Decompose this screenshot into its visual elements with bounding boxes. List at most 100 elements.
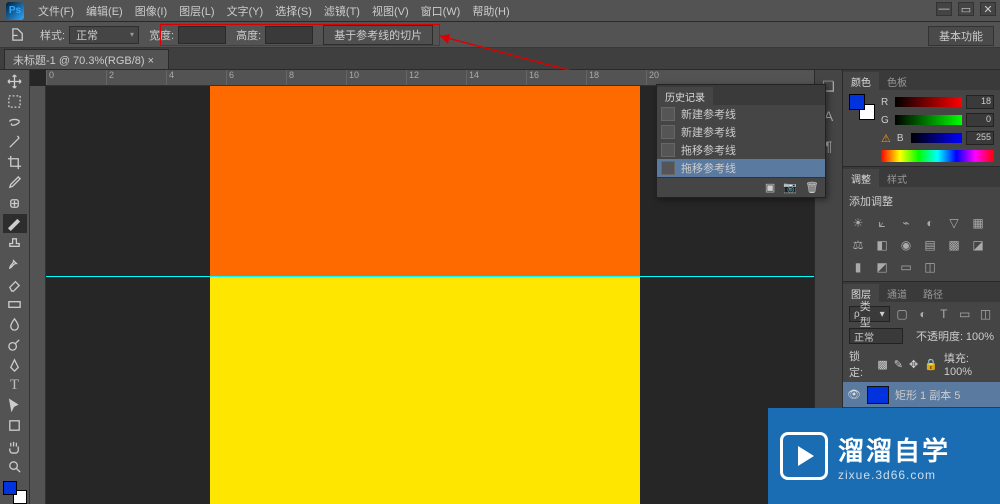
- r-slider[interactable]: [895, 97, 962, 107]
- document-tab[interactable]: 未标题-1 @ 70.3%(RGB/8) ×: [4, 49, 169, 69]
- opacity-value[interactable]: 100%: [966, 331, 994, 343]
- heal-tool-icon[interactable]: [3, 194, 27, 213]
- hand-tool-icon[interactable]: [3, 437, 27, 456]
- history-item[interactable]: 新建参考线: [657, 123, 825, 141]
- guide-line-1[interactable]: [46, 276, 814, 277]
- lock-trans-icon[interactable]: ▩: [877, 358, 887, 371]
- menu-edit[interactable]: 编辑(E): [80, 1, 129, 21]
- blur-tool-icon[interactable]: [3, 315, 27, 334]
- menu-window[interactable]: 窗口(W): [415, 1, 467, 21]
- width-field[interactable]: [178, 26, 226, 44]
- crop-tool-icon[interactable]: [3, 153, 27, 172]
- adj-selcolor-icon[interactable]: ◫: [921, 259, 939, 275]
- type-tool-icon[interactable]: T: [3, 376, 27, 395]
- height-field[interactable]: [265, 26, 313, 44]
- gradient-tool-icon[interactable]: [3, 295, 27, 314]
- marquee-tool-icon[interactable]: [3, 92, 27, 111]
- stamp-tool-icon[interactable]: [3, 234, 27, 253]
- zoom-tool-icon[interactable]: [3, 457, 27, 476]
- filter-pixel-icon[interactable]: ▢: [894, 306, 911, 322]
- fill-value[interactable]: 100%: [944, 366, 972, 378]
- workspace-switcher[interactable]: 基本功能: [928, 26, 994, 46]
- b-value[interactable]: 255: [966, 131, 994, 145]
- menu-layer[interactable]: 图层(L): [173, 1, 220, 21]
- lock-paint-icon[interactable]: ✎: [894, 358, 903, 371]
- eraser-tool-icon[interactable]: [3, 275, 27, 294]
- style-dropdown[interactable]: 正常: [69, 26, 139, 44]
- color-swatch-pair[interactable]: [849, 94, 875, 120]
- adj-levels-icon[interactable]: ⟀: [873, 215, 891, 231]
- adj-invert-icon[interactable]: ◪: [969, 237, 987, 253]
- shape-tool-icon[interactable]: [3, 416, 27, 435]
- filter-adj-icon[interactable]: ◐: [915, 306, 932, 322]
- filter-type-icon[interactable]: T: [935, 306, 952, 322]
- move-tool-icon[interactable]: [3, 72, 27, 91]
- eyedropper-tool-icon[interactable]: [3, 173, 27, 192]
- history-panel[interactable]: 历史记录 新建参考线 新建参考线 拖移参考线 拖移参考线 ▣ 📷 🗑: [656, 84, 826, 198]
- menu-view[interactable]: 视图(V): [366, 1, 415, 21]
- tab-color[interactable]: 颜色: [843, 72, 879, 90]
- tab-history[interactable]: 历史记录: [657, 87, 713, 105]
- adj-vibrance-icon[interactable]: ▽: [945, 215, 963, 231]
- adj-hue-icon[interactable]: ▦: [969, 215, 987, 231]
- pen-tool-icon[interactable]: [3, 356, 27, 375]
- lasso-tool-icon[interactable]: [3, 113, 27, 132]
- fg-bg-swatch[interactable]: [3, 481, 27, 504]
- adj-curves-icon[interactable]: ⌁: [897, 215, 915, 231]
- history-delete-icon[interactable]: 🗑: [805, 181, 819, 194]
- filter-smart-icon[interactable]: ◫: [977, 306, 994, 322]
- document-canvas[interactable]: [210, 86, 640, 504]
- slice-tool-icon[interactable]: [3, 214, 27, 233]
- r-value[interactable]: 18: [966, 95, 994, 109]
- path-select-tool-icon[interactable]: [3, 396, 27, 415]
- adj-photo-icon[interactable]: ◉: [897, 237, 915, 253]
- b-slider[interactable]: [911, 133, 962, 143]
- window-maximize-icon[interactable]: ▭: [958, 2, 974, 16]
- current-tool-icon[interactable]: [6, 25, 30, 45]
- menu-filter[interactable]: 滤镜(T): [318, 1, 366, 21]
- g-slider[interactable]: [895, 115, 962, 125]
- adj-thresh-icon[interactable]: ◩: [873, 259, 891, 275]
- menu-image[interactable]: 图像(I): [129, 1, 173, 21]
- tab-adjust[interactable]: 调整: [843, 169, 879, 187]
- adj-bw-icon[interactable]: ◧: [873, 237, 891, 253]
- visibility-icon[interactable]: 👁: [847, 388, 861, 401]
- tab-paths[interactable]: 路径: [915, 284, 951, 302]
- history-item-label: 新建参考线: [681, 124, 736, 140]
- menu-select[interactable]: 选择(S): [269, 1, 318, 21]
- history-camera-icon[interactable]: 📷: [783, 181, 797, 194]
- document-tab-label: 未标题-1 @ 70.3%(RGB/8) ×: [13, 52, 154, 68]
- window-close-icon[interactable]: ✕: [980, 2, 996, 16]
- menu-type[interactable]: 文字(Y): [221, 1, 270, 21]
- history-brush-tool-icon[interactable]: [3, 254, 27, 273]
- history-item[interactable]: 新建参考线: [657, 105, 825, 123]
- tab-styles[interactable]: 样式: [879, 169, 915, 187]
- layer-item[interactable]: 👁 矩形 1 副本 5: [843, 382, 1000, 408]
- g-value[interactable]: 0: [966, 113, 994, 127]
- adj-lookup-icon[interactable]: ▩: [945, 237, 963, 253]
- adj-exposure-icon[interactable]: ◐: [921, 215, 939, 231]
- lock-all-icon[interactable]: 🔒: [924, 358, 938, 371]
- menu-help[interactable]: 帮助(H): [466, 1, 515, 21]
- history-snapshot-icon[interactable]: ▣: [765, 181, 775, 194]
- filter-shape-icon[interactable]: ▭: [956, 306, 973, 322]
- wand-tool-icon[interactable]: [3, 133, 27, 152]
- lock-label: 锁定:: [849, 348, 871, 380]
- lock-move-icon[interactable]: ✥: [909, 358, 918, 371]
- tab-channels[interactable]: 通道: [879, 284, 915, 302]
- window-minimize-icon[interactable]: —: [936, 2, 952, 16]
- slice-from-guides-button[interactable]: 基于参考线的切片: [323, 25, 433, 45]
- menu-file[interactable]: 文件(F): [32, 1, 80, 21]
- tab-swatches[interactable]: 色板: [879, 72, 915, 90]
- adj-poster-icon[interactable]: ▮: [849, 259, 867, 275]
- layer-kind-filter[interactable]: ρ 类型 ▾: [849, 306, 890, 322]
- dodge-tool-icon[interactable]: [3, 335, 27, 354]
- spectrum-bar[interactable]: [881, 150, 994, 162]
- adj-mixer-icon[interactable]: ▤: [921, 237, 939, 253]
- blend-mode-dropdown[interactable]: 正常: [849, 328, 903, 344]
- history-item[interactable]: 拖移参考线: [657, 159, 825, 177]
- history-item[interactable]: 拖移参考线: [657, 141, 825, 159]
- adj-brightness-icon[interactable]: ☀: [849, 215, 867, 231]
- adj-balance-icon[interactable]: ⚖: [849, 237, 867, 253]
- adj-gradmap-icon[interactable]: ▭: [897, 259, 915, 275]
